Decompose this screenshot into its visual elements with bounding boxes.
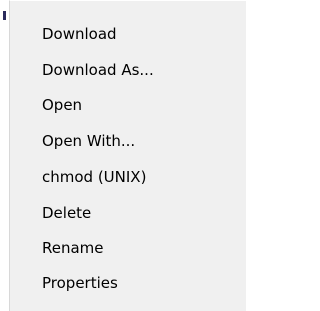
file-context-menu: Download Download As... Open Open With..… xyxy=(9,0,246,311)
menu-item-open[interactable]: Open xyxy=(10,90,246,120)
menu-item-open-with[interactable]: Open With... xyxy=(10,126,246,156)
menu-item-rename[interactable]: Rename xyxy=(10,233,246,263)
window-edge-marker xyxy=(3,11,6,20)
menu-item-download-as[interactable]: Download As... xyxy=(10,55,246,85)
menu-item-chmod[interactable]: chmod (UNIX) xyxy=(10,162,246,192)
menu-item-delete[interactable]: Delete xyxy=(10,198,246,228)
menu-item-properties[interactable]: Properties xyxy=(10,268,246,298)
menu-item-download[interactable]: Download xyxy=(10,19,246,49)
